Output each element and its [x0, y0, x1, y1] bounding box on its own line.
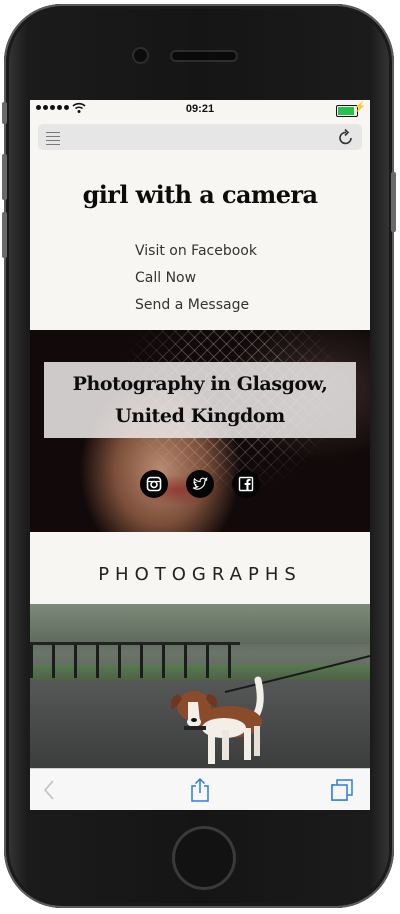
volume-up-button — [2, 154, 7, 200]
back-icon[interactable] — [42, 779, 56, 801]
hero-title-line2: United Kingdom — [115, 405, 285, 427]
front-camera — [134, 49, 147, 62]
browser-toolbar — [30, 768, 370, 810]
charging-icon: ⚡ — [353, 102, 366, 113]
hero-title-line1: Photography in Glasgow, — [72, 373, 328, 395]
volume-down-button — [2, 212, 7, 258]
reader-view-icon[interactable] — [46, 132, 60, 148]
facebook-icon — [238, 476, 254, 492]
facebook-link[interactable]: Visit on Facebook — [135, 238, 257, 265]
section-heading: PHOTOGRAPHS — [30, 532, 370, 604]
social-links — [30, 470, 370, 498]
photo-dog — [170, 676, 264, 764]
hero-image: Photography in Glasgow, United Kingdom — [30, 330, 370, 532]
tabs-icon[interactable] — [330, 778, 354, 802]
address-bar[interactable] — [38, 124, 362, 150]
send-message-link[interactable]: Send a Message — [135, 292, 257, 319]
home-button[interactable] — [175, 829, 233, 887]
dog-photo[interactable] — [30, 604, 370, 768]
instagram-button[interactable] — [140, 470, 168, 498]
phone-screen: 09:21 ⚡ girl with a camera Visit on Face… — [30, 100, 370, 810]
contact-links: Visit on Facebook Call Now Send a Messag… — [135, 238, 257, 319]
twitter-icon — [192, 477, 208, 490]
site-title[interactable]: girl with a camera — [30, 180, 370, 209]
share-icon[interactable] — [189, 777, 211, 803]
reload-icon[interactable] — [337, 127, 355, 147]
page-content: girl with a camera Visit on Facebook Cal… — [30, 158, 370, 768]
call-now-link[interactable]: Call Now — [135, 265, 257, 292]
battery-fill — [338, 107, 355, 115]
clock: 09:21 — [185, 103, 215, 115]
instagram-icon — [146, 476, 162, 492]
hero-banner: Photography in Glasgow, United Kingdom — [44, 362, 356, 438]
hero-title: Photography in Glasgow, United Kingdom — [44, 368, 356, 432]
browser-address-area — [30, 120, 370, 159]
twitter-button[interactable] — [186, 470, 214, 498]
silent-switch — [2, 102, 7, 124]
power-button — [391, 172, 396, 232]
status-bar: 09:21 ⚡ — [30, 100, 370, 120]
facebook-button[interactable] — [232, 470, 260, 498]
site-header: girl with a camera Visit on Facebook Cal… — [30, 158, 370, 330]
earpiece-speaker — [172, 52, 236, 60]
